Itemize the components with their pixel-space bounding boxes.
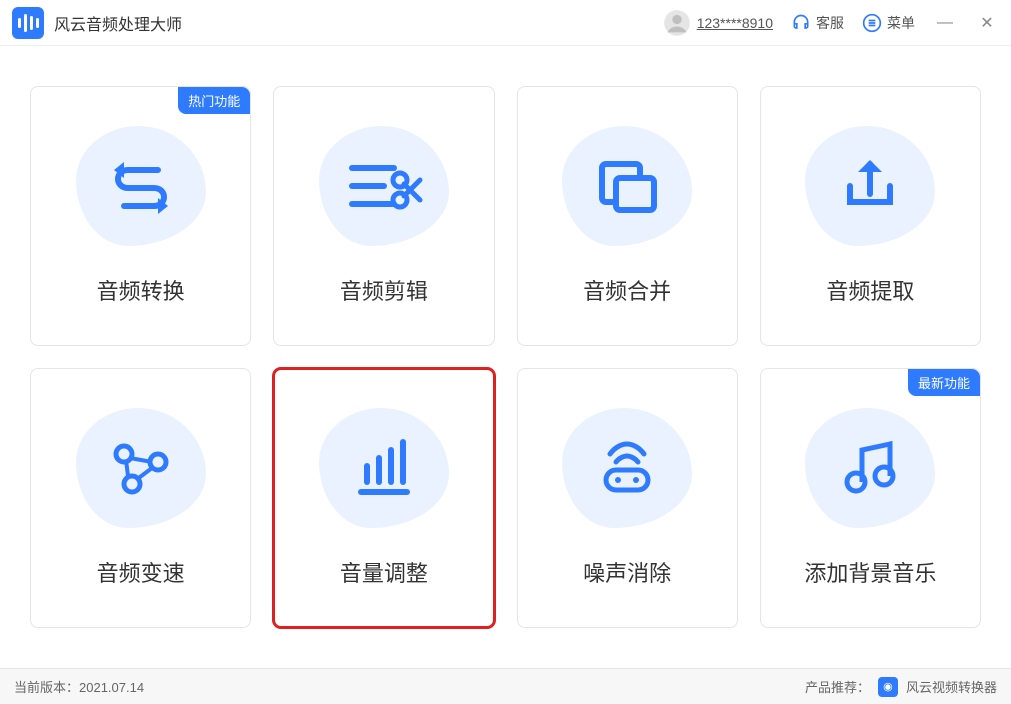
menu-icon bbox=[862, 13, 882, 33]
card-audio-merge[interactable]: 音频合并 bbox=[517, 86, 738, 346]
support-button[interactable]: 客服 bbox=[791, 13, 844, 33]
statusbar: 当前版本：2021.07.14 产品推荐： ◉ 风云视频转换器 bbox=[0, 668, 1011, 704]
merge-icon bbox=[562, 126, 692, 246]
card-audio-convert[interactable]: 热门功能 音频转换 bbox=[30, 86, 251, 346]
speed-icon bbox=[76, 408, 206, 528]
badge-hot: 热门功能 bbox=[178, 87, 250, 114]
menu-button[interactable]: 菜单 bbox=[862, 13, 915, 33]
badge-new: 最新功能 bbox=[908, 369, 980, 396]
recommend-icon[interactable]: ◉ bbox=[878, 677, 898, 697]
statusbar-right: 产品推荐： ◉ 风云视频转换器 bbox=[805, 677, 997, 697]
extract-icon bbox=[805, 126, 935, 246]
card-label: 音频转换 bbox=[97, 274, 185, 306]
close-button[interactable]: ✕ bbox=[975, 13, 999, 33]
logo-bars-icon bbox=[18, 14, 39, 32]
app-logo bbox=[12, 7, 44, 39]
recommend-product[interactable]: 风云视频转换器 bbox=[906, 677, 997, 696]
convert-icon bbox=[76, 126, 206, 246]
support-label: 客服 bbox=[816, 13, 844, 33]
user-id[interactable]: 123****8910 bbox=[697, 15, 773, 31]
titlebar: 风云音频处理大师 123****8910 客服 菜单 — ✕ bbox=[0, 0, 1011, 46]
music-icon bbox=[805, 408, 935, 528]
card-label: 音频变速 bbox=[97, 556, 185, 588]
app-title: 风云音频处理大师 bbox=[54, 11, 182, 35]
noise-icon bbox=[562, 408, 692, 528]
card-label: 添加背景音乐 bbox=[804, 556, 936, 588]
volume-icon bbox=[319, 408, 449, 528]
menu-label: 菜单 bbox=[887, 13, 915, 33]
feature-grid: 热门功能 音频转换 音频剪辑 音频合并 音频提取 音频变速 音量调整 bbox=[0, 46, 1011, 668]
card-add-bgm[interactable]: 最新功能 添加背景音乐 bbox=[760, 368, 981, 628]
card-audio-speed[interactable]: 音频变速 bbox=[30, 368, 251, 628]
card-label: 音频提取 bbox=[826, 274, 914, 306]
minimize-button[interactable]: — bbox=[933, 14, 957, 32]
avatar-icon bbox=[663, 9, 691, 37]
card-label: 音频合并 bbox=[583, 274, 671, 306]
card-label: 音量调整 bbox=[340, 556, 428, 588]
titlebar-right: 123****8910 客服 菜单 — ✕ bbox=[663, 9, 999, 37]
card-audio-extract[interactable]: 音频提取 bbox=[760, 86, 981, 346]
card-volume-adjust[interactable]: 音量调整 bbox=[273, 368, 494, 628]
headset-icon bbox=[791, 13, 811, 33]
user-account[interactable]: 123****8910 bbox=[663, 9, 773, 37]
card-audio-cut[interactable]: 音频剪辑 bbox=[273, 86, 494, 346]
card-noise-removal[interactable]: 噪声消除 bbox=[517, 368, 738, 628]
card-label: 噪声消除 bbox=[583, 556, 671, 588]
cut-icon bbox=[319, 126, 449, 246]
version-label: 当前版本：2021.07.14 bbox=[14, 677, 144, 696]
card-label: 音频剪辑 bbox=[340, 274, 428, 306]
recommend-label: 产品推荐： bbox=[805, 677, 870, 696]
